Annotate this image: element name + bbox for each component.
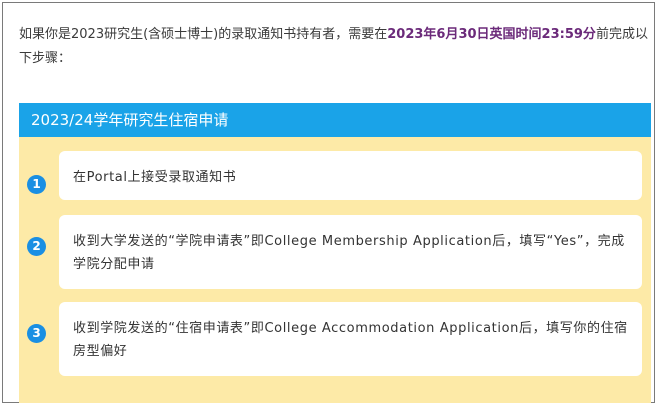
step-2-text: 收到大学发送的“学院申请表”即College Membership Applic… <box>73 234 625 272</box>
panel-title: 2023/24学年研究生住宿申请 <box>19 103 651 137</box>
step-3-text: 收到学院发送的“住宿申请表”即College Accommodation App… <box>73 321 628 359</box>
content-frame: 如果你是2023研究生(含硕士博士)的录取通知书持有者，需要在2023年6月30… <box>2 2 655 403</box>
intro-paragraph: 如果你是2023研究生(含硕士博士)的录取通知书持有者，需要在2023年6月30… <box>19 23 649 71</box>
step-3-badge: 3 <box>27 324 46 343</box>
step-3-card: 收到学院发送的“住宿申请表”即College Accommodation App… <box>59 302 642 376</box>
step-1-text: 在Portal上接受录取通知书 <box>73 170 237 185</box>
step-2-badge: 2 <box>27 237 46 256</box>
step-1-badge: 1 <box>27 175 46 194</box>
step-1-card: 在Portal上接受录取通知书 <box>59 151 642 200</box>
accommodation-panel: 2023/24学年研究生住宿申请 1 在Portal上接受录取通知书 2 收到大… <box>19 103 651 403</box>
intro-text-before: 如果你是2023研究生(含硕士博士)的录取通知书持有者，需要在 <box>19 27 388 42</box>
step-2-card: 收到大学发送的“学院申请表”即College Membership Applic… <box>59 215 642 289</box>
deadline-highlight: 2023年6月30日英国时间23:59分 <box>387 27 596 42</box>
